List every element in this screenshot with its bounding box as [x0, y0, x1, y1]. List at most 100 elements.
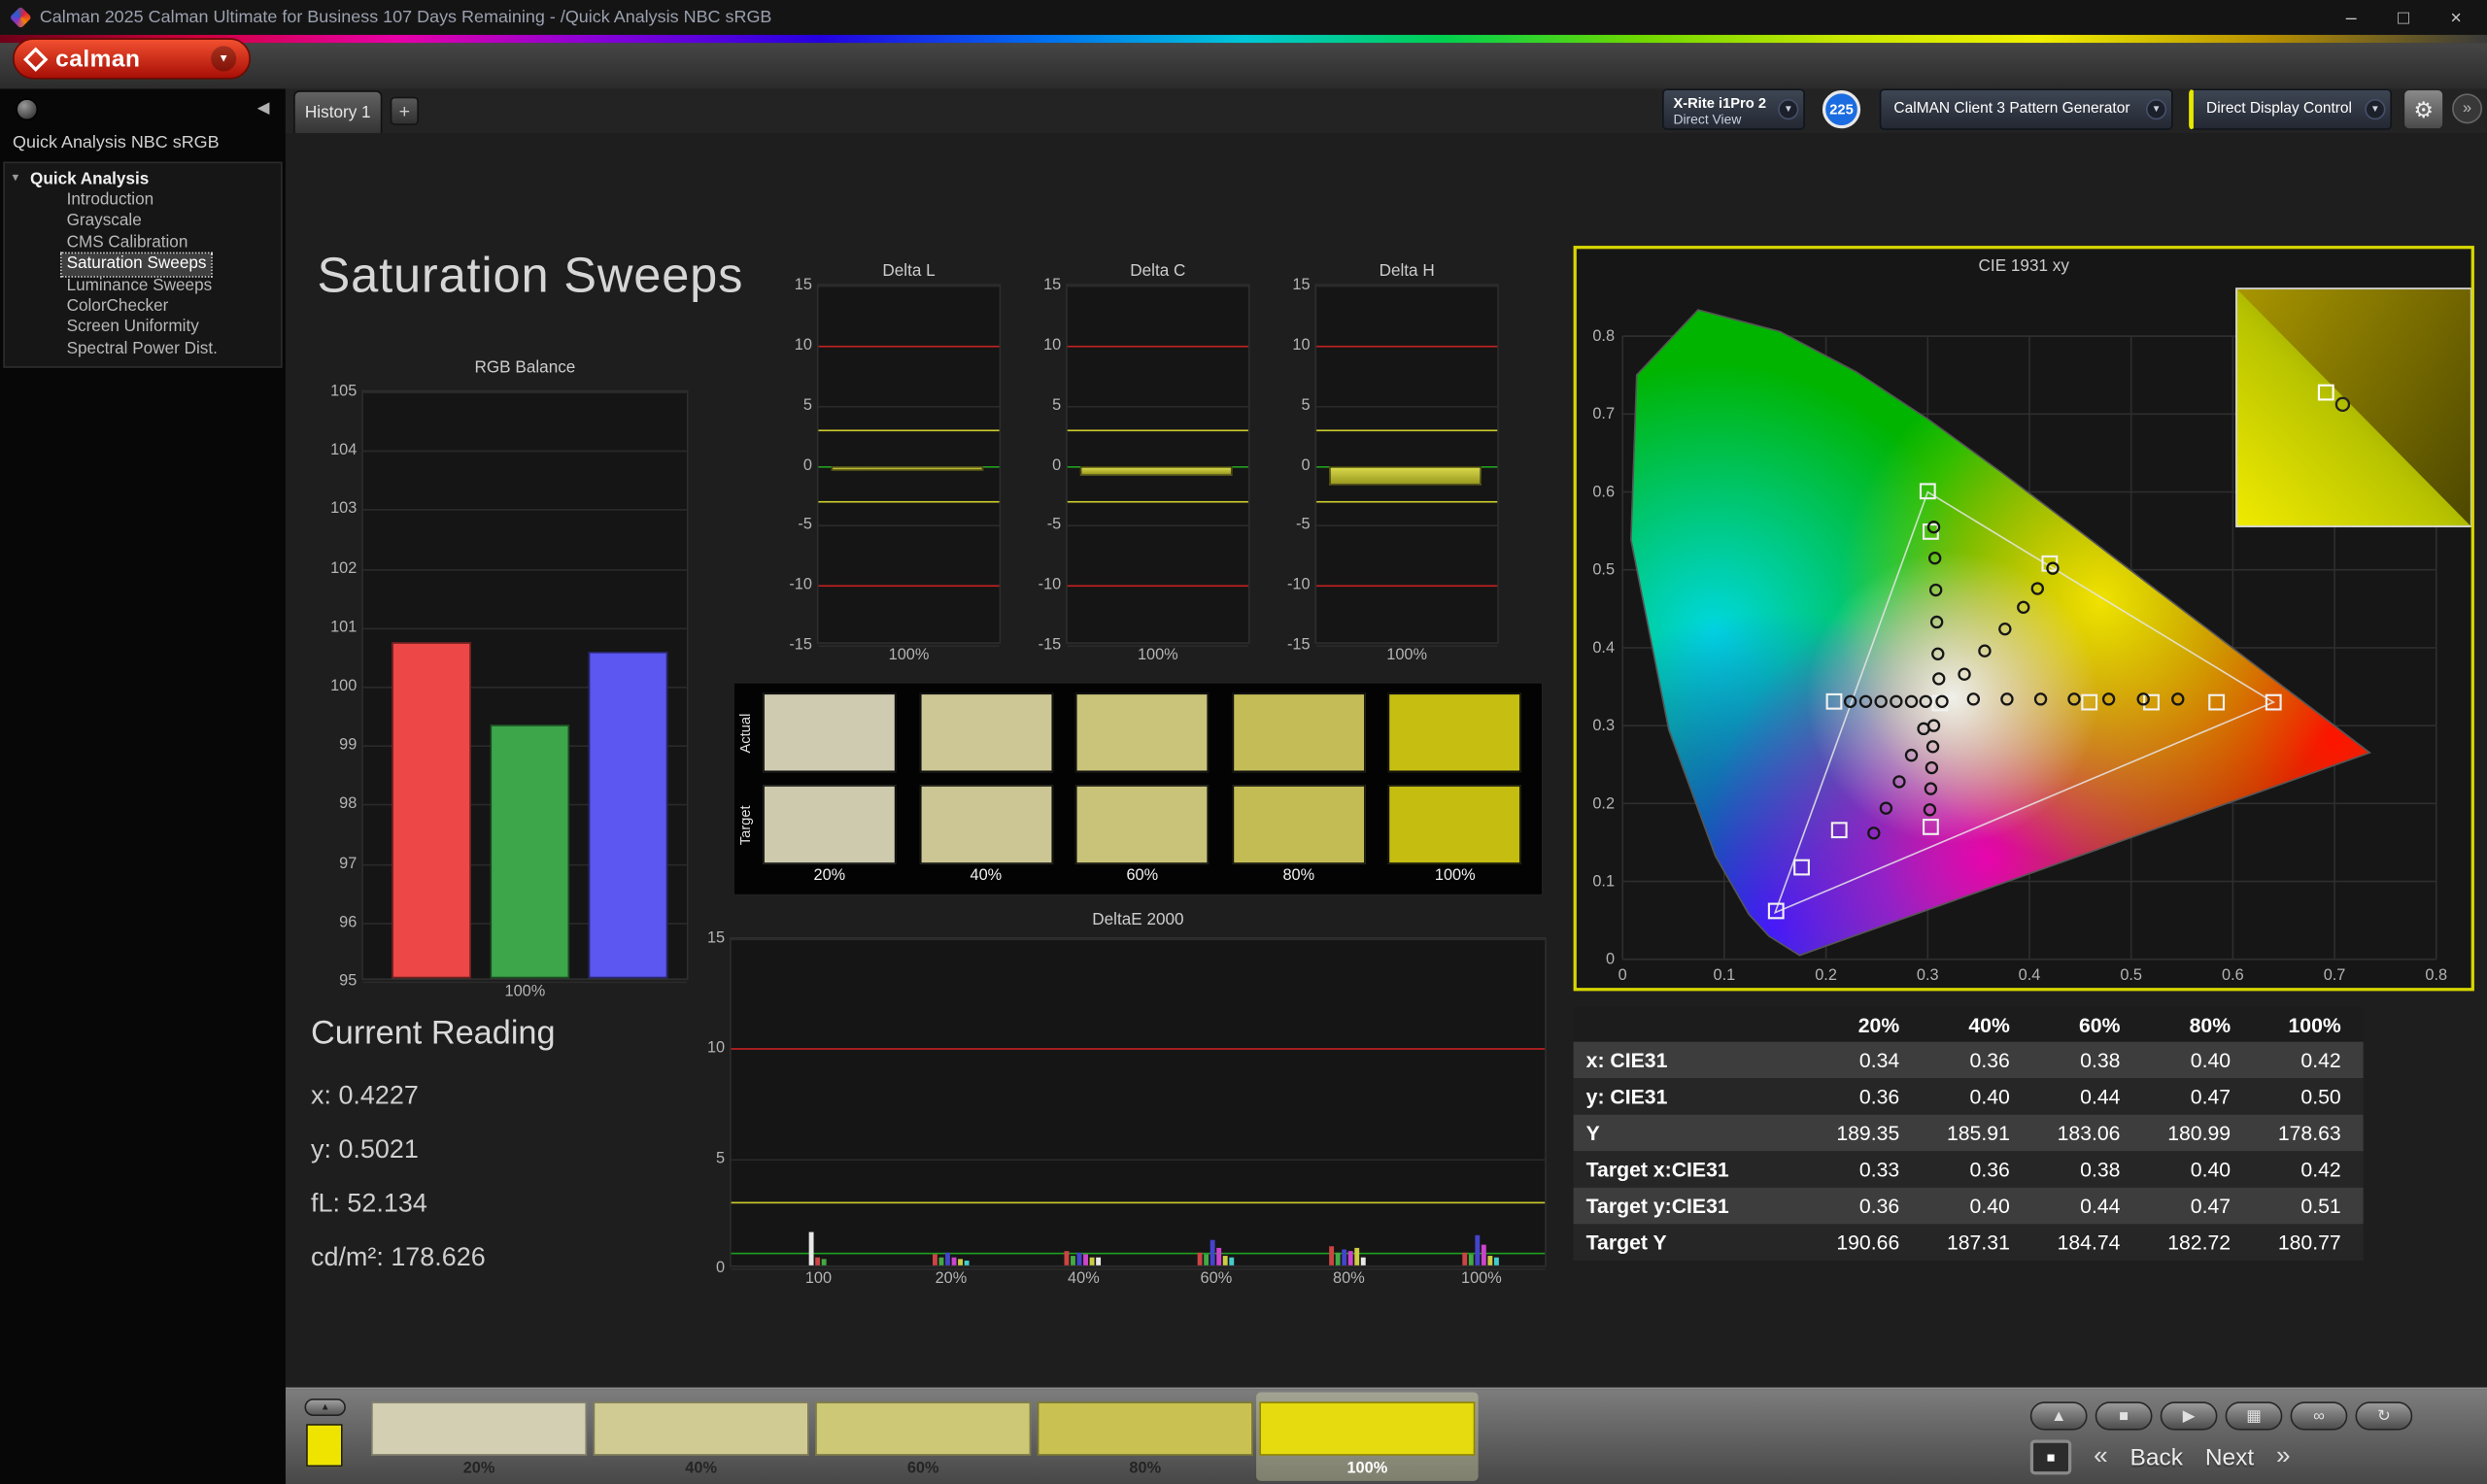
tab-history-1[interactable]: History 1 — [293, 90, 383, 134]
table-cell: 0.36 — [1969, 1157, 2010, 1182]
exposure-badge[interactable]: 225 — [1822, 90, 1861, 129]
saturation-results-table: 20% 40% 60% 80% 100% x: CIE31 0.34 0.36 0.38 0.40… — [1573, 1006, 2364, 1261]
meter-dropdown[interactable]: X-Rite i1Pro 2 Direct View ▼ — [1662, 88, 1805, 130]
pattern-generator-label: CalMAN Client 3 Pattern Generator — [1893, 99, 2130, 118]
delta-value-bar — [1329, 465, 1482, 485]
close-button[interactable]: × — [2450, 7, 2461, 29]
saturation-patch-100[interactable]: 100% — [1256, 1392, 1479, 1481]
table-cell: 0.36 — [1858, 1084, 1900, 1109]
panel-expand-button[interactable]: » — [2452, 93, 2483, 124]
x-tick-label: 80% — [1333, 1269, 1365, 1288]
actual-row-label: Actual — [737, 712, 754, 753]
stop-square-button[interactable]: ■ — [2029, 1439, 2072, 1475]
reading-cd: cd/m²: 178.626 — [310, 1242, 486, 1272]
sidebar-item-saturation-sweeps[interactable]: Saturation Sweeps — [60, 252, 214, 278]
y-tick-label: 101 — [330, 619, 358, 637]
saturation-patch-20[interactable]: 20% — [368, 1392, 591, 1480]
svg-text:0.1: 0.1 — [1714, 966, 1736, 984]
tree-root-quick-analysis[interactable]: ▾ Quick Analysis — [5, 168, 281, 190]
sidebar-item-spectral-power-dist[interactable]: Spectral Power Dist. — [62, 339, 222, 360]
deltae-bar — [1228, 1257, 1234, 1265]
maximize-button[interactable]: □ — [2398, 7, 2409, 29]
y-tick-label: -15 — [789, 636, 812, 655]
back-button[interactable]: Back — [2129, 1444, 2182, 1471]
patch-swatch — [1037, 1401, 1253, 1456]
saturation-patch-80[interactable]: 80% — [1034, 1392, 1256, 1480]
loop-button[interactable]: ∞ — [2290, 1401, 2348, 1431]
settings-button[interactable]: ⚙ — [2402, 88, 2444, 130]
sidebar-collapse-button[interactable]: ◀ — [251, 95, 276, 120]
play-button[interactable]: ▶ — [2160, 1401, 2218, 1431]
sidebar-item-screen-uniformity[interactable]: Screen Uniformity — [62, 318, 204, 339]
table-row-target-y-cie31: Target y:CIE31 0.36 0.40 0.44 0.47 0.51 — [1573, 1187, 2364, 1225]
back-arrow-icon[interactable]: « — [2094, 1443, 2108, 1471]
table-cell: 190.66 — [1836, 1230, 1900, 1255]
eject-button[interactable]: ▲ — [2029, 1401, 2088, 1431]
workflow-title: Quick Analysis NBC sRGB — [13, 133, 220, 152]
rainbow-accent-strip — [0, 34, 2487, 44]
deltae-2000-chart: DeltaE 2000 0 5 10 15 100 20% 40% 60% 80% 100% — [707, 910, 1547, 1298]
x-axis-label: 100% — [1137, 647, 1178, 665]
new-tab-button[interactable]: + — [390, 96, 420, 125]
sidebar-item-grayscale[interactable]: Grayscale — [62, 212, 147, 233]
gridline — [818, 285, 1000, 287]
chevron-right-icon: » — [2463, 99, 2472, 118]
deltae-bar — [1354, 1247, 1360, 1265]
deltae-bar — [950, 1256, 956, 1265]
sidebar-orb-button[interactable] — [16, 98, 39, 121]
window-title: Calman 2025 Calman Ultimate for Business… — [39, 8, 772, 27]
deltae-bar — [1361, 1257, 1367, 1265]
sidebar-item-introduction[interactable]: Introduction — [62, 190, 158, 212]
cie-inset-zoom — [2235, 287, 2472, 527]
patch-flyout-button[interactable]: ▲ — [304, 1398, 346, 1416]
reading-y: y: 0.5021 — [310, 1134, 419, 1164]
svg-text:0.6: 0.6 — [2222, 966, 2244, 984]
patch-label: 80% — [1129, 1460, 1162, 1478]
workflow-tree-items: Introduction Grayscale CMS Calibration Satu… — [5, 190, 281, 360]
display-control-dropdown[interactable]: Direct Display Control ▼ — [2189, 88, 2393, 130]
reference-line-red — [818, 585, 1000, 588]
deltae-bar — [1064, 1251, 1070, 1265]
y-tick-label: 10 — [794, 336, 812, 354]
svg-text:0.6: 0.6 — [1592, 484, 1615, 501]
deltae-bar — [1215, 1247, 1221, 1265]
y-tick-label: 95 — [339, 972, 358, 991]
y-tick-label: 15 — [706, 929, 726, 948]
saturation-patch-40[interactable]: 40% — [590, 1392, 812, 1480]
svg-text:0: 0 — [1606, 951, 1615, 968]
patch-swatch — [1259, 1401, 1476, 1456]
reference-line-green — [731, 1253, 1546, 1255]
gridline — [362, 627, 687, 629]
refresh-button[interactable]: ↻ — [2355, 1401, 2413, 1431]
next-arrow-icon[interactable]: » — [2276, 1443, 2291, 1471]
tree-expander-icon: ▾ — [13, 172, 18, 185]
patch-swatch — [371, 1401, 588, 1456]
save-button[interactable]: ▦ — [2225, 1401, 2283, 1431]
sidebar-item-colorchecker[interactable]: ColorChecker — [62, 296, 174, 318]
row-label: y: CIE31 — [1585, 1084, 1668, 1109]
table-cell: 0.36 — [1969, 1048, 2010, 1072]
svg-text:0.5: 0.5 — [1592, 561, 1615, 579]
y-tick-label: 102 — [330, 559, 358, 578]
saturation-patch-60[interactable]: 60% — [812, 1392, 1035, 1480]
table-cell: 184.74 — [2057, 1230, 2121, 1255]
current-reading-panel: Current Reading x: 0.4227 y: 0.5021 fL: … — [311, 1015, 739, 1285]
stop-button[interactable]: ■ — [2095, 1401, 2153, 1431]
calman-menu-button[interactable]: calman ▼ — [13, 38, 251, 80]
deltae-bar — [932, 1254, 937, 1265]
y-tick-label: 96 — [339, 913, 358, 931]
next-button[interactable]: Next — [2205, 1444, 2254, 1471]
reference-line-yellow — [731, 1202, 1546, 1204]
chevron-down-icon: ▼ — [1778, 99, 1799, 120]
minimize-button[interactable]: – — [2346, 7, 2357, 29]
sidebar-item-luminance-sweeps[interactable]: Luminance Sweeps — [62, 275, 217, 296]
delta-plot: -15 -10 -5 0 5 10 15 100% — [1287, 277, 1499, 664]
patch-label: 60% — [906, 1460, 939, 1478]
table-cell: 185.91 — [1946, 1121, 2010, 1145]
target-swatch-80 — [1232, 785, 1366, 864]
pattern-generator-dropdown[interactable]: CalMAN Client 3 Pattern Generator ▼ — [1879, 88, 2173, 130]
y-tick-label: -10 — [1038, 576, 1062, 594]
delta-plot: -15 -10 -5 0 5 10 15 100% — [1039, 277, 1250, 664]
sidebar-item-cms-calibration[interactable]: CMS Calibration — [62, 233, 193, 254]
deltae-bar — [808, 1231, 814, 1265]
